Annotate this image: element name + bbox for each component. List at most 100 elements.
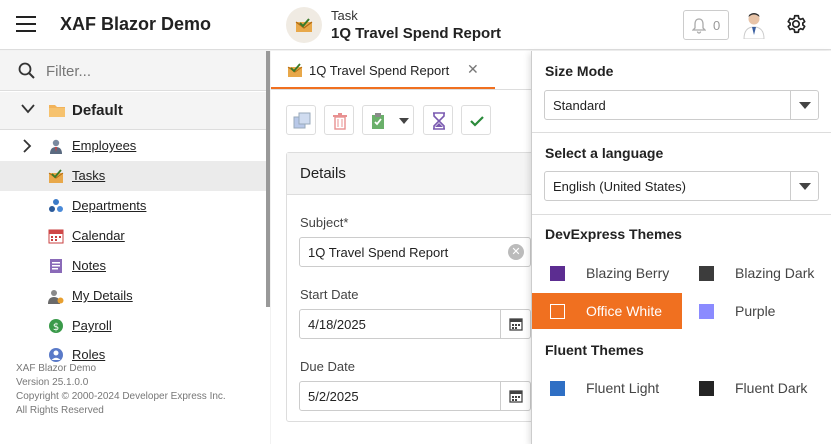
settings-panel: Size Mode Standard Select a language Eng… <box>531 51 831 444</box>
theme-purple[interactable]: Purple <box>681 293 831 329</box>
divider <box>532 214 831 215</box>
language-value: English (United States) <box>553 179 686 194</box>
svg-text:$: $ <box>53 322 59 333</box>
language-select[interactable]: English (United States) <box>544 171 819 201</box>
delete-button[interactable] <box>324 105 354 135</box>
sidebar-item-my-details[interactable]: My Details <box>0 281 266 311</box>
clipboard-check-icon <box>372 113 384 129</box>
navigation-sidebar: Default Employees Tasks Departments Cale… <box>0 51 270 444</box>
theme-swatch <box>550 381 565 396</box>
theme-label: Fluent Light <box>586 380 660 396</box>
departments-icon <box>49 199 63 212</box>
view-caption: Task <box>331 8 358 23</box>
calendar-icon <box>48 229 64 244</box>
sidebar-item-label: Departments <box>72 198 147 213</box>
theme-blazing-dark[interactable]: Blazing Dark <box>681 255 831 291</box>
theme-fluent-light[interactable]: Fluent Light <box>532 370 682 406</box>
sidebar-item-departments[interactable]: Departments <box>0 191 266 221</box>
theme-label: Office White <box>586 303 662 319</box>
calendar-icon <box>509 390 523 403</box>
copy-button[interactable] <box>286 105 316 135</box>
divider <box>532 132 831 133</box>
schedule-button[interactable] <box>423 105 453 135</box>
roles-icon <box>49 348 63 362</box>
due-date-value: 5/2/2025 <box>308 389 359 404</box>
sidebar-item-calendar[interactable]: Calendar <box>0 221 266 251</box>
employee-icon <box>50 139 62 154</box>
notification-count: 0 <box>713 18 721 33</box>
theme-blazing-berry[interactable]: Blazing Berry <box>532 255 682 291</box>
start-date-field[interactable]: 4/18/2025 <box>299 309 531 339</box>
gear-icon[interactable] <box>785 13 807 35</box>
sidebar-item-employees[interactable]: Employees <box>0 131 266 161</box>
chevron-down-icon <box>799 183 811 190</box>
sidebar-item-label: Payroll <box>72 318 112 333</box>
nav-group-default[interactable]: Default <box>0 92 270 130</box>
sidebar-item-payroll[interactable]: $ Payroll <box>0 311 266 341</box>
theme-label: Blazing Dark <box>735 265 815 281</box>
fluent-themes-title: Fluent Themes <box>545 342 644 358</box>
mark-completed-button[interactable] <box>362 105 414 135</box>
language-title: Select a language <box>545 145 664 161</box>
user-avatar[interactable] <box>740 11 768 40</box>
trash-icon <box>333 113 347 130</box>
notes-icon <box>50 259 62 273</box>
app-header: XAF Blazor Demo Task 1Q Travel Spend Rep… <box>0 0 831 50</box>
sidebar-item-label: Notes <box>72 258 106 273</box>
app-title: XAF Blazor Demo <box>60 14 212 34</box>
folder-icon <box>49 105 65 117</box>
nav-filter-input[interactable] <box>46 59 256 83</box>
theme-office-white[interactable]: Office White <box>532 293 682 329</box>
tab-label: 1Q Travel Spend Report <box>309 63 450 78</box>
details-header: Details <box>287 153 545 195</box>
start-date-value: 4/18/2025 <box>308 317 366 332</box>
menu-icon[interactable] <box>16 16 36 32</box>
about-app-name: XAF Blazor Demo <box>16 363 97 374</box>
chevron-down-icon[interactable] <box>399 118 409 124</box>
about-rights: All Rights Reserved <box>16 405 104 416</box>
sidebar-item-label: Roles <box>72 347 106 362</box>
size-mode-title: Size Mode <box>545 63 614 79</box>
user-details-icon <box>48 290 64 304</box>
hourglass-icon <box>433 112 445 130</box>
calendar-button[interactable] <box>500 310 530 338</box>
about-info: XAF Blazor Demo Version 25.1.0.0 Copyrig… <box>16 362 226 418</box>
size-mode-dropdown-button[interactable] <box>790 91 818 119</box>
theme-label: Purple <box>735 303 776 319</box>
start-date-label: Start Date <box>300 287 359 302</box>
checkmark-icon <box>470 116 484 127</box>
theme-swatch <box>699 381 714 396</box>
nav-group-label: Default <box>72 102 123 119</box>
close-icon[interactable]: ✕ <box>467 61 479 78</box>
theme-swatch <box>699 304 714 319</box>
sidebar-item-tasks[interactable]: Tasks <box>0 161 266 191</box>
theme-label: Fluent Dark <box>735 380 808 396</box>
tab-task[interactable]: 1Q Travel Spend Report ✕ <box>271 51 495 89</box>
theme-fluent-dark[interactable]: Fluent Dark <box>681 370 831 406</box>
details-panel: Details Subject* 1Q Travel Spend Report … <box>286 152 546 422</box>
chevron-down-icon[interactable] <box>21 104 35 114</box>
sidebar-item-label: My Details <box>72 288 133 303</box>
theme-swatch <box>550 304 565 319</box>
due-date-field[interactable]: 5/2/2025 <box>299 381 531 411</box>
copy-icon <box>293 112 311 129</box>
sidebar-item-label: Calendar <box>72 228 125 243</box>
calendar-button[interactable] <box>500 382 530 410</box>
subject-value: 1Q Travel Spend Report <box>308 245 449 260</box>
notifications-button[interactable]: 0 <box>683 10 729 40</box>
task-icon <box>287 63 303 77</box>
language-dropdown-button[interactable] <box>790 172 818 200</box>
theme-swatch <box>550 266 565 281</box>
payroll-icon: $ <box>49 319 63 333</box>
size-mode-select[interactable]: Standard <box>544 90 819 120</box>
chevron-right-icon[interactable] <box>22 139 32 153</box>
save-close-button[interactable] <box>461 105 491 135</box>
search-icon <box>18 62 35 79</box>
sidebar-scrollbar[interactable] <box>266 51 270 307</box>
subject-field[interactable]: 1Q Travel Spend Report ✕ <box>299 237 531 267</box>
calendar-icon <box>509 318 523 331</box>
sidebar-item-notes[interactable]: Notes <box>0 251 266 281</box>
subject-label: Subject* <box>300 215 349 230</box>
clear-icon[interactable]: ✕ <box>508 244 524 260</box>
nav-filter <box>0 51 270 91</box>
